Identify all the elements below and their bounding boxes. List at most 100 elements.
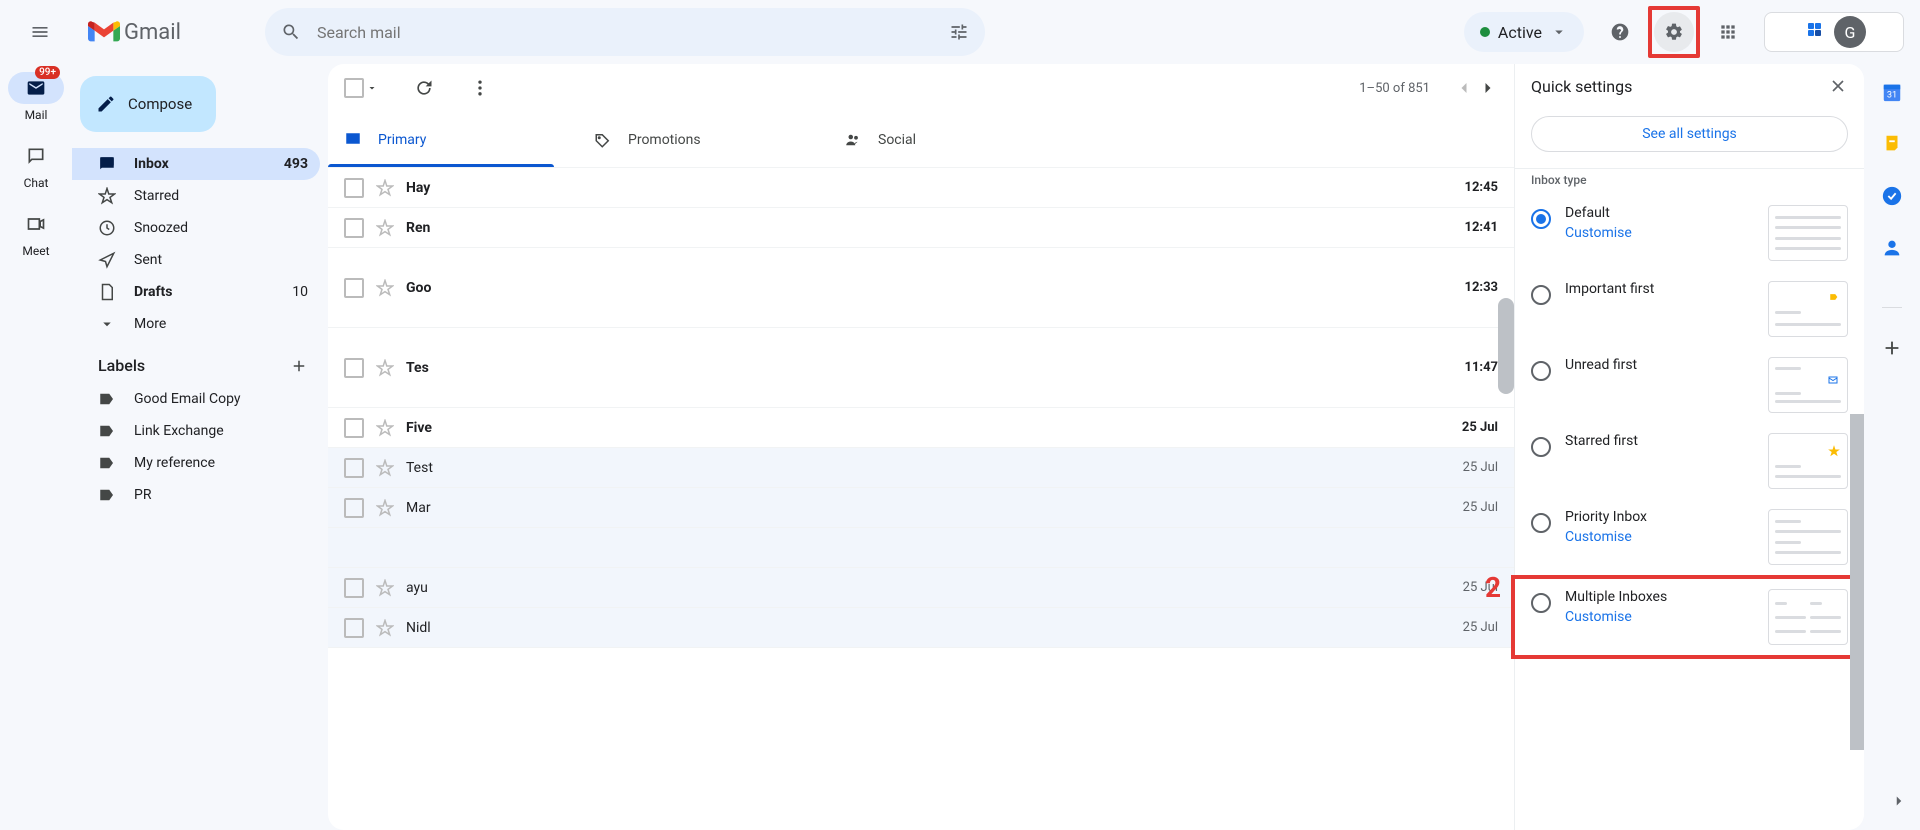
email-checkbox[interactable] xyxy=(344,458,364,478)
nav-inbox[interactable]: Inbox 493 xyxy=(72,148,320,180)
search-bar[interactable] xyxy=(265,8,985,56)
label-icon xyxy=(98,454,116,472)
email-list: Hay12:45Ren12:41Goo12:33Tes11:47Five25 J… xyxy=(328,168,1514,830)
get-addons-button[interactable] xyxy=(1880,336,1904,360)
nav-starred[interactable]: Starred xyxy=(72,180,320,212)
star-icon[interactable] xyxy=(376,419,394,437)
workspace-icon xyxy=(1802,20,1826,44)
email-checkbox[interactable] xyxy=(344,578,364,598)
inbox-type-option[interactable]: Important first xyxy=(1515,271,1864,347)
email-checkbox[interactable] xyxy=(344,278,364,298)
select-all-checkbox[interactable] xyxy=(344,78,364,98)
star-icon[interactable] xyxy=(376,579,394,597)
inbox-type-option[interactable]: DefaultCustomise xyxy=(1515,195,1864,271)
star-icon[interactable] xyxy=(376,179,394,197)
email-sender: Goo xyxy=(406,280,1453,296)
email-row[interactable]: Tes11:47 xyxy=(328,328,1514,408)
email-row[interactable]: Mar25 Jul xyxy=(328,488,1514,528)
star-icon[interactable] xyxy=(376,219,394,237)
account-avatar[interactable]: G xyxy=(1834,16,1866,48)
compose-button[interactable]: Compose xyxy=(80,76,216,132)
email-checkbox[interactable] xyxy=(344,618,364,638)
radio-button[interactable] xyxy=(1531,437,1551,457)
radio-button[interactable] xyxy=(1531,593,1551,613)
star-icon[interactable] xyxy=(376,499,394,517)
close-quick-settings-button[interactable] xyxy=(1828,76,1848,96)
contacts-addon[interactable] xyxy=(1880,236,1904,260)
rail-mail[interactable]: 99+ Mail xyxy=(8,72,64,122)
label-item[interactable]: Good Email Copy xyxy=(72,383,320,415)
refresh-button[interactable] xyxy=(414,78,434,98)
prev-page-button[interactable] xyxy=(1454,78,1474,98)
label-item[interactable]: PR xyxy=(72,479,320,511)
email-checkbox[interactable] xyxy=(344,178,364,198)
status-chip[interactable]: Active xyxy=(1464,12,1584,52)
rail-chat[interactable]: Chat xyxy=(8,140,64,190)
tab-promotions[interactable]: Promotions xyxy=(578,112,828,167)
nav-snoozed[interactable]: Snoozed xyxy=(72,212,320,244)
label-item[interactable]: Link Exchange xyxy=(72,415,320,447)
more-button[interactable] xyxy=(470,78,490,98)
next-page-button[interactable] xyxy=(1478,78,1498,98)
search-options-icon[interactable] xyxy=(949,22,969,42)
inbox-type-option[interactable]: 2Multiple InboxesCustomise xyxy=(1511,575,1864,659)
email-checkbox[interactable] xyxy=(344,218,364,238)
nav-more[interactable]: More xyxy=(72,308,320,340)
email-row[interactable]: Five25 Jul xyxy=(328,408,1514,448)
radio-button[interactable] xyxy=(1531,285,1551,305)
tab-primary[interactable]: Primary xyxy=(328,112,578,167)
inbox-type-option[interactable]: Unread first xyxy=(1515,347,1864,423)
rail-meet[interactable]: Meet xyxy=(8,208,64,258)
side-panel: 31 xyxy=(1864,64,1920,830)
customise-link[interactable]: Customise xyxy=(1565,225,1754,241)
main-menu-button[interactable] xyxy=(16,8,64,56)
email-sender: Mar xyxy=(406,500,1451,516)
star-icon[interactable] xyxy=(376,279,394,297)
customise-link[interactable]: Customise xyxy=(1565,529,1754,545)
email-checkbox[interactable] xyxy=(344,358,364,378)
radio-button[interactable] xyxy=(1531,361,1551,381)
star-icon[interactable] xyxy=(376,359,394,377)
star-icon[interactable] xyxy=(376,459,394,477)
settings-button[interactable] xyxy=(1654,12,1694,52)
inbox-type-option[interactable]: Priority InboxCustomise xyxy=(1515,499,1864,575)
nav-drafts[interactable]: Drafts 10 xyxy=(72,276,320,308)
email-row[interactable]: Test25 Jul xyxy=(328,448,1514,488)
customise-link[interactable]: Customise xyxy=(1565,609,1754,625)
email-sender: Tes xyxy=(406,360,1453,376)
email-sender: Hay xyxy=(406,180,1453,196)
radio-button[interactable] xyxy=(1531,209,1551,229)
email-row[interactable]: Hay12:45 xyxy=(328,168,1514,208)
search-input[interactable] xyxy=(317,23,933,42)
tab-social[interactable]: Social xyxy=(828,112,1078,167)
scrollbar[interactable] xyxy=(1498,298,1514,394)
radio-button[interactable] xyxy=(1531,513,1551,533)
apps-button[interactable] xyxy=(1708,12,1748,52)
calendar-addon[interactable]: 31 xyxy=(1880,80,1904,104)
see-all-settings-button[interactable]: See all settings xyxy=(1531,116,1848,152)
select-dropdown-icon[interactable] xyxy=(366,79,378,97)
keep-addon[interactable] xyxy=(1880,132,1904,156)
inbox-type-option[interactable]: Starred first xyxy=(1515,423,1864,499)
email-row[interactable]: ayu25 Jul xyxy=(328,568,1514,608)
pencil-icon xyxy=(96,94,116,114)
nav-sent[interactable]: Sent xyxy=(72,244,320,276)
content: 1–50 of 851 Primary Promotions Socia xyxy=(328,64,1864,830)
gmail-logo-icon xyxy=(88,20,120,44)
email-row[interactable]: Goo12:33 xyxy=(328,248,1514,328)
email-row[interactable]: Nidl25 Jul xyxy=(328,608,1514,648)
gear-icon xyxy=(1664,22,1684,42)
gmail-logo[interactable]: Gmail xyxy=(88,20,181,45)
email-checkbox[interactable] xyxy=(344,498,364,518)
label-item[interactable]: My reference xyxy=(72,447,320,479)
tasks-addon[interactable] xyxy=(1880,184,1904,208)
support-button[interactable] xyxy=(1600,12,1640,52)
workspace-box[interactable]: G xyxy=(1764,12,1904,52)
qs-scrollbar[interactable] xyxy=(1850,414,1864,750)
email-sender: Nidl xyxy=(406,620,1451,636)
add-label-button[interactable] xyxy=(290,357,308,375)
email-checkbox[interactable] xyxy=(344,418,364,438)
email-row[interactable]: Ren12:41 xyxy=(328,208,1514,248)
star-icon[interactable] xyxy=(376,619,394,637)
hide-side-panel-button[interactable] xyxy=(1878,780,1920,822)
